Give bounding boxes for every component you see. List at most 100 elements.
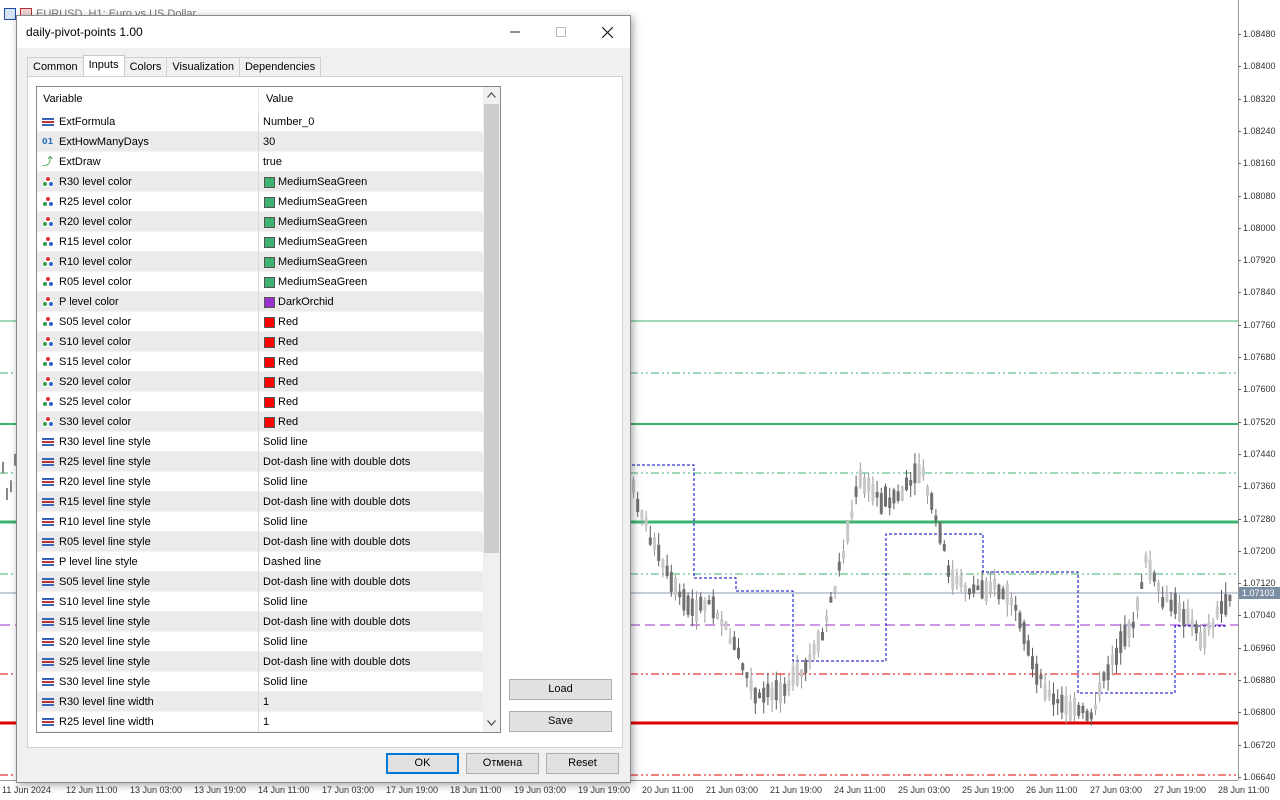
input-row[interactable]: R30 level line style Solid line	[37, 432, 483, 452]
input-row[interactable]: R05 level line style Dot-dash line with d…	[37, 532, 483, 552]
input-row[interactable]: S20 level line style Solid line	[37, 632, 483, 652]
value-cell[interactable]: Number_0	[260, 112, 482, 132]
input-row[interactable]: R30 level line width 1	[37, 692, 483, 712]
input-row[interactable]: S30 level line style Solid line	[37, 672, 483, 692]
candle-body	[804, 659, 808, 674]
value-cell[interactable]: MediumSeaGreen	[260, 212, 482, 232]
input-row[interactable]: S15 level line style Dot-dash line with d…	[37, 612, 483, 632]
candle-body	[980, 580, 984, 599]
input-row[interactable]: R15 level line style Dot-dash line with d…	[37, 492, 483, 512]
value-cell[interactable]: Red	[260, 312, 482, 332]
candle-body	[989, 581, 992, 593]
value-cell[interactable]: Solid line	[260, 592, 482, 612]
inputs-grid[interactable]: Variable Value ExtFormula Number_0 01 ExtHo…	[36, 86, 501, 733]
value-cell[interactable]: Dot-dash line with double dots	[260, 612, 482, 632]
dialog-titlebar[interactable]: daily-pivot-points 1.00	[17, 16, 630, 48]
ok-button[interactable]: OK	[386, 753, 459, 774]
value-cell[interactable]: Solid line	[260, 512, 482, 532]
value-cell[interactable]: MediumSeaGreen	[260, 172, 482, 192]
value-cell[interactable]: 1	[260, 692, 482, 712]
value-cell[interactable]: Dot-dash line with double dots	[260, 572, 482, 592]
value-cell[interactable]: MediumSeaGreen	[260, 192, 482, 212]
price-tick-label: 1.07920	[1238, 254, 1280, 266]
value-cell[interactable]: Dot-dash line with double dots	[260, 452, 482, 472]
value-cell[interactable]: Dot-dash line with double dots	[260, 492, 482, 512]
input-row[interactable]: S25 level line style Dot-dash line with d…	[37, 652, 483, 672]
input-row[interactable]: R10 level line style Solid line	[37, 512, 483, 532]
candle-body	[674, 577, 677, 596]
value-cell[interactable]: 1	[260, 712, 482, 732]
input-row[interactable]: S05 level line style Dot-dash line with d…	[37, 572, 483, 592]
variable-value: Red	[278, 416, 299, 428]
input-row[interactable]: R20 level color MediumSeaGreen	[37, 212, 483, 232]
close-button[interactable]	[584, 16, 630, 48]
value-cell[interactable]: Solid line	[260, 672, 482, 692]
load-button[interactable]: Load	[509, 679, 612, 700]
input-row[interactable]: S25 level color Red	[37, 392, 483, 412]
value-cell[interactable]: Red	[260, 372, 482, 392]
tab-common[interactable]: Common	[27, 57, 84, 76]
value-cell[interactable]: Solid line	[260, 432, 482, 452]
value-cell[interactable]: Red	[260, 352, 482, 372]
variable-name: R30 level line style	[59, 436, 151, 448]
candle-body	[917, 464, 921, 484]
candle-body	[1190, 619, 1194, 630]
reset-button[interactable]: Reset	[546, 753, 619, 774]
cancel-button[interactable]: Отмена	[466, 753, 539, 774]
input-row[interactable]: P level line style Dashed line	[37, 552, 483, 572]
input-row[interactable]: S10 level color Red	[37, 332, 483, 352]
value-cell[interactable]: DarkOrchid	[260, 292, 482, 312]
input-row[interactable]: S30 level color Red	[37, 412, 483, 432]
value-cell[interactable]: Red	[260, 332, 482, 352]
value-cell[interactable]: Solid line	[260, 632, 482, 652]
column-header-value[interactable]: Value	[260, 87, 482, 111]
value-cell[interactable]: MediumSeaGreen	[260, 252, 482, 272]
column-header-variable[interactable]: Variable	[37, 87, 259, 111]
tab-visualization[interactable]: Visualization	[166, 57, 240, 76]
value-cell[interactable]: Red	[260, 412, 482, 432]
enum-type-icon	[42, 456, 54, 468]
input-row[interactable]: S10 level line style Solid line	[37, 592, 483, 612]
time-axis[interactable]: 11 Jun 2024 12 Jun 11:00 13 Jun 03:00 13 Ju…	[0, 780, 1269, 800]
input-row[interactable]: R05 level color MediumSeaGreen	[37, 272, 483, 292]
value-cell[interactable]: true	[260, 152, 482, 172]
value-cell[interactable]: Dashed line	[260, 552, 482, 572]
input-row[interactable]: R20 level line style Solid line	[37, 472, 483, 492]
input-row[interactable]: S20 level color Red	[37, 372, 483, 392]
value-cell[interactable]: MediumSeaGreen	[260, 232, 482, 252]
grid-scrollbar[interactable]	[483, 87, 500, 732]
input-row[interactable]: R15 level color MediumSeaGreen	[37, 232, 483, 252]
input-row[interactable]: ExtFormula Number_0	[37, 112, 483, 132]
price-axis[interactable]: 1.08480 1.08400 1.08320 1.08240 1.08160 1.080…	[1238, 0, 1280, 782]
candle-body	[842, 550, 845, 560]
value-cell[interactable]: MediumSeaGreen	[260, 272, 482, 292]
value-cell[interactable]: Red	[260, 392, 482, 412]
grid-rows: ExtFormula Number_0 01 ExtHowManyDays 30 ⤴ Ext…	[37, 112, 483, 732]
value-cell[interactable]: Dot-dash line with double dots	[260, 652, 482, 672]
scrollbar-thumb[interactable]	[484, 104, 499, 553]
input-row[interactable]: R10 level color MediumSeaGreen	[37, 252, 483, 272]
input-row[interactable]: ⤴ ExtDraw true	[37, 152, 483, 172]
input-row[interactable]: R25 level color MediumSeaGreen	[37, 192, 483, 212]
scroll-up-button[interactable]	[483, 87, 500, 104]
save-button[interactable]: Save	[509, 711, 612, 732]
scroll-down-button[interactable]	[483, 715, 500, 732]
value-cell[interactable]: Dot-dash line with double dots	[260, 532, 482, 552]
price-tick-label: 1.06720	[1238, 739, 1280, 751]
tab-dependencies[interactable]: Dependencies	[238, 57, 322, 76]
input-row[interactable]: R25 level line width 1	[37, 712, 483, 732]
input-row[interactable]: R25 level line style Dot-dash line with d…	[37, 452, 483, 472]
chevron-up-icon	[487, 92, 496, 98]
value-cell[interactable]: Solid line	[260, 472, 482, 492]
input-row[interactable]: R30 level color MediumSeaGreen	[37, 172, 483, 192]
value-cell[interactable]: 30	[260, 132, 482, 152]
tab-inputs[interactable]: Inputs	[82, 55, 125, 76]
input-row[interactable]: S05 level color Red	[37, 312, 483, 332]
minimize-button[interactable]	[492, 16, 538, 48]
tab-colors[interactable]: Colors	[123, 57, 168, 76]
color-swatch	[264, 236, 275, 248]
input-row[interactable]: S15 level color Red	[37, 352, 483, 372]
input-row[interactable]: P level color DarkOrchid	[37, 292, 483, 312]
candle-body	[1203, 628, 1207, 648]
input-row[interactable]: 01 ExtHowManyDays 30	[37, 132, 483, 152]
